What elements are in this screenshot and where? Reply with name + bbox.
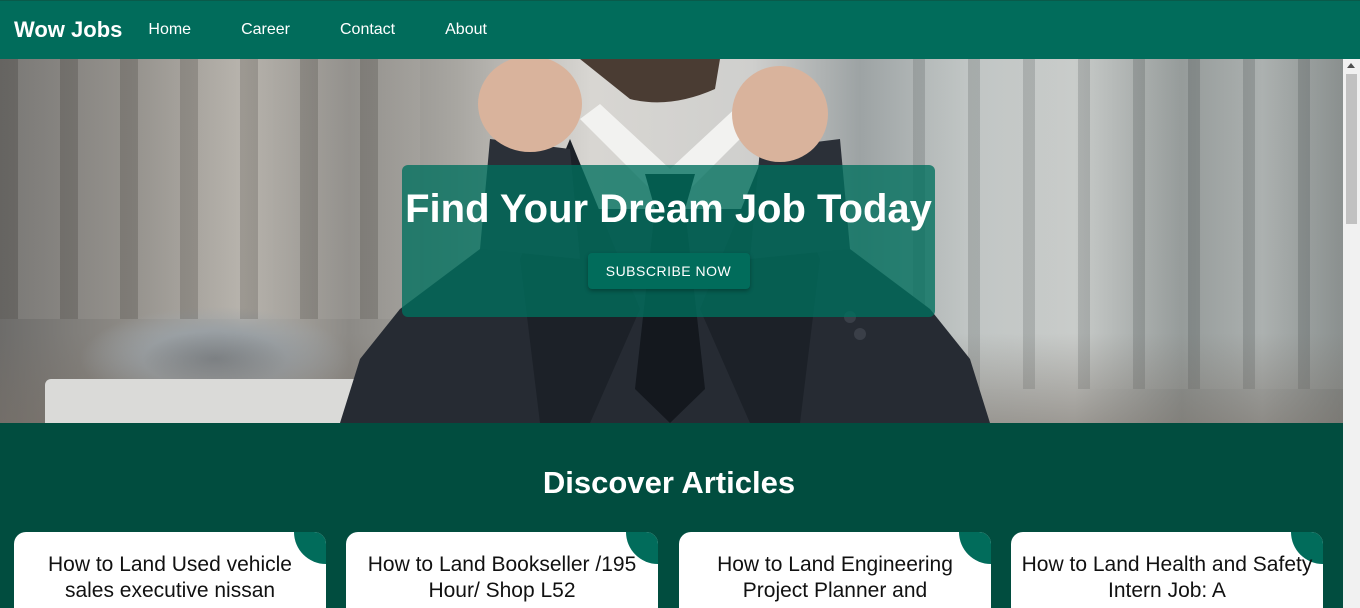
hero-callout-box: Find Your Dream Job Today SUBSCRIBE NOW (402, 165, 935, 317)
nav-link-about[interactable]: About (445, 21, 487, 39)
hero-section: Find Your Dream Job Today SUBSCRIBE NOW (0, 59, 1343, 423)
scrollbar-thumb[interactable] (1346, 74, 1357, 224)
article-card[interactable]: How to Land Engineering Project Planner … (679, 532, 991, 608)
subscribe-now-button[interactable]: SUBSCRIBE NOW (587, 253, 750, 289)
nav-link-home[interactable]: Home (148, 21, 191, 39)
article-card-title: How to Land Bookseller /195 Hour/ Shop L… (367, 553, 637, 602)
nav-link-career[interactable]: Career (241, 21, 290, 39)
navbar: Wow Jobs Home Career Contact About (0, 0, 1360, 59)
page-scrollbar[interactable] (1343, 59, 1360, 608)
article-card[interactable]: How to Land Used vehicle sales executive… (14, 532, 326, 608)
article-card[interactable]: How to Land Bookseller /195 Hour/ Shop L… (346, 532, 658, 608)
articles-section: Discover Articles How to Land Used vehic… (0, 423, 1343, 608)
brand-logo[interactable]: Wow Jobs (14, 17, 122, 43)
scroll-up-arrow-icon[interactable] (1347, 63, 1355, 68)
article-card-title: How to Land Engineering Project Planner … (717, 553, 953, 602)
nav-link-contact[interactable]: Contact (340, 21, 395, 39)
article-card[interactable]: How to Land Health and Safety Intern Job… (1011, 532, 1323, 608)
article-card-title: How to Land Health and Safety Intern Job… (1021, 553, 1313, 602)
hero-title: Find Your Dream Job Today (405, 187, 932, 231)
articles-heading: Discover Articles (542, 465, 796, 500)
article-card-title: How to Land Used vehicle sales executive… (48, 553, 292, 602)
hero-background-curb (45, 379, 365, 423)
